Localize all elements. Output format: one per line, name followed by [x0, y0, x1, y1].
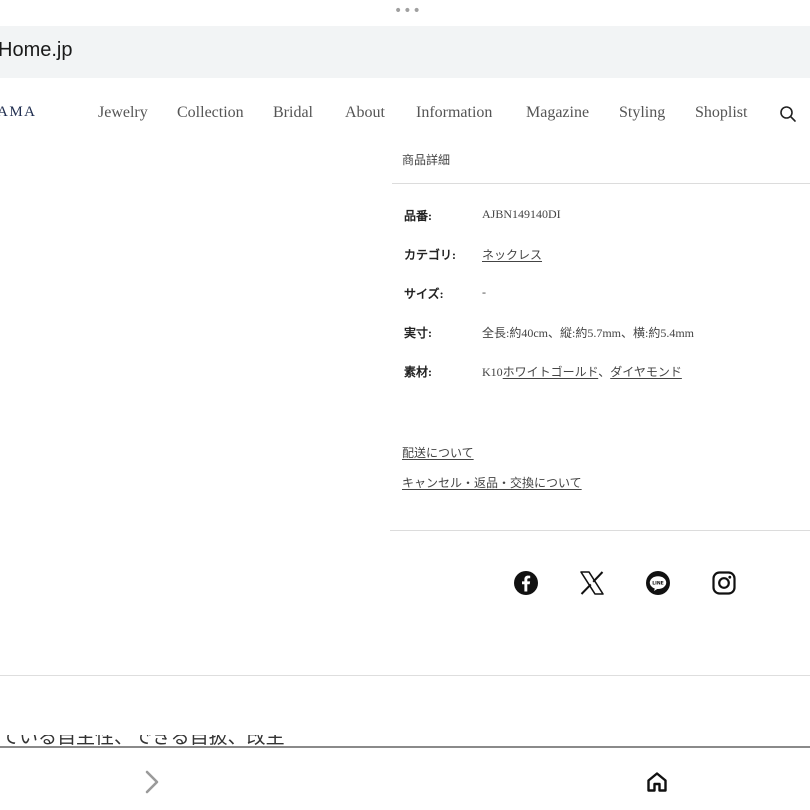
svg-text:LINE: LINE	[652, 580, 664, 586]
line-icon[interactable]: LINE	[645, 570, 671, 596]
nav-item-styling[interactable]: Styling	[619, 104, 665, 122]
material-prefix: K10	[482, 365, 503, 379]
category-link[interactable]: ネックレス	[482, 246, 542, 263]
spec-label-material: 素材:	[404, 365, 432, 379]
site-logo[interactable]: AMA	[0, 104, 37, 121]
cancel-return-link[interactable]: キャンセル・返品・交換について	[402, 474, 582, 491]
x-icon[interactable]	[579, 570, 605, 596]
nav-item-information[interactable]: Information	[416, 104, 492, 122]
instagram-icon[interactable]	[711, 570, 737, 596]
divider	[392, 183, 810, 184]
spec-label-dimensions: 実寸:	[404, 326, 432, 340]
facebook-icon[interactable]	[513, 570, 539, 596]
site-nav: AMA Jewelry Collection Bridal About Info…	[0, 90, 810, 138]
spec-value-dimensions: 全長:約40cm、縦:約5.7mm、横:約5.4mm	[482, 326, 694, 340]
spec-value-item-number: AJBN149140DI	[482, 207, 561, 221]
browser-bottom-bar	[0, 746, 810, 810]
product-details-heading: 商品詳細	[402, 153, 451, 167]
material-link-diamond[interactable]: ダイヤモンド	[610, 365, 682, 379]
spec-label-item-number: 品番:	[404, 209, 432, 223]
material-separator: 、	[598, 365, 611, 379]
nav-item-about[interactable]: About	[345, 104, 385, 122]
url-text[interactable]: Home.jp	[0, 39, 72, 62]
divider	[0, 675, 810, 676]
nav-item-bridal[interactable]: Bridal	[273, 104, 313, 122]
browser-top-strip: •••	[0, 0, 810, 26]
divider	[390, 530, 810, 531]
window-handle-dots[interactable]: •••	[394, 4, 422, 18]
nav-item-jewelry[interactable]: Jewelry	[98, 104, 148, 122]
nav-item-collection[interactable]: Collection	[177, 104, 244, 122]
spec-value-material: K10ホワイトゴールド、ダイヤモンド	[482, 363, 682, 380]
spec-value-size: -	[482, 285, 486, 299]
nav-item-magazine[interactable]: Magazine	[526, 104, 589, 122]
material-link-white-gold[interactable]: ホワイトゴールド	[503, 365, 599, 379]
spec-label-size: サイズ:	[404, 287, 444, 301]
nav-item-shoplist[interactable]: Shoplist	[695, 104, 747, 122]
chevron-right-icon[interactable]	[140, 768, 164, 796]
spec-label-category: カテゴリ:	[404, 248, 456, 262]
search-icon[interactable]	[778, 104, 798, 124]
shipping-info-link[interactable]: 配送について	[402, 444, 474, 461]
home-icon[interactable]	[645, 770, 669, 794]
address-bar[interactable]: Home.jp	[0, 26, 810, 78]
